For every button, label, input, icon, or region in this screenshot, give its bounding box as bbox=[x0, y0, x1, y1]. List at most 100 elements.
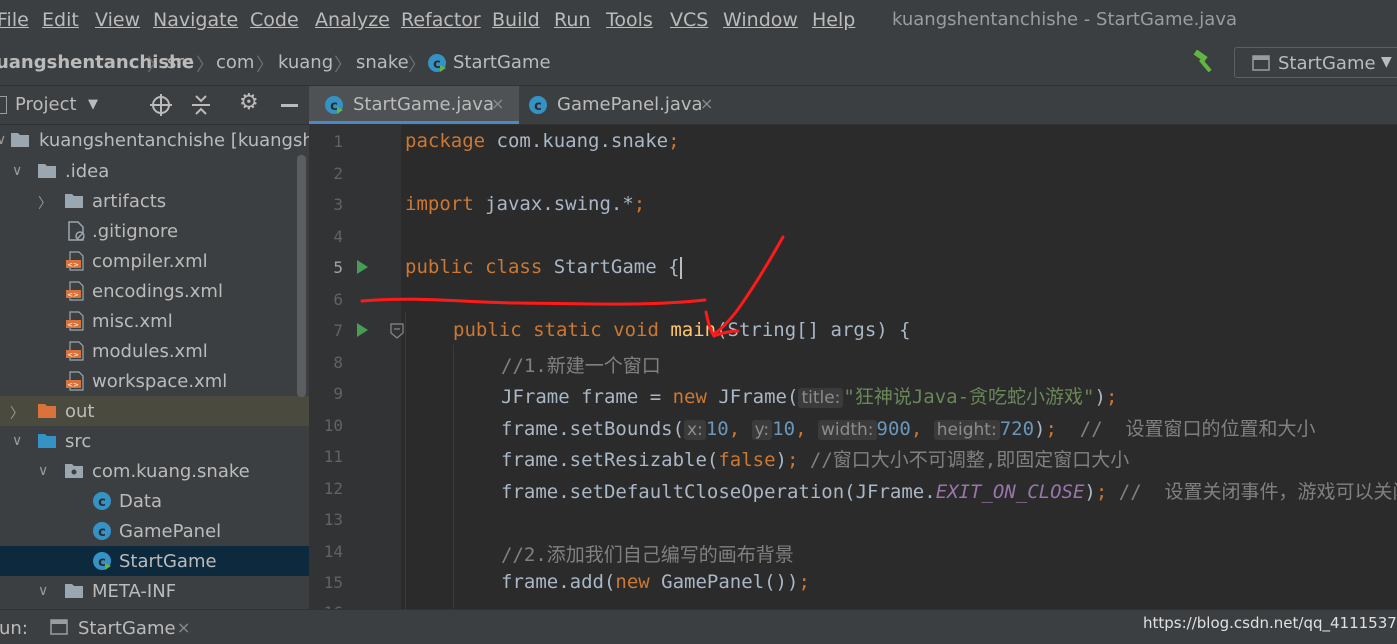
svg-text:c: c bbox=[98, 495, 106, 510]
run-tab-label[interactable]: StartGame bbox=[78, 618, 176, 639]
tab-startgame-java[interactable]: c StartGame.java × bbox=[309, 86, 519, 124]
fold-icon[interactable] bbox=[390, 323, 404, 339]
close-icon[interactable]: × bbox=[700, 94, 713, 113]
chevron-right-icon: 〉 bbox=[147, 55, 165, 76]
breadcrumb-snake[interactable]: snake bbox=[356, 52, 409, 73]
menu-tools[interactable]: Tools bbox=[606, 9, 653, 31]
tree-item-label: workspace.xml bbox=[92, 371, 228, 392]
svg-text:<>: <> bbox=[67, 381, 79, 389]
line-number: 7 bbox=[333, 321, 343, 340]
indent-guide bbox=[453, 345, 454, 609]
breadcrumb-com[interactable]: com bbox=[216, 52, 254, 73]
svg-text:<>: <> bbox=[67, 321, 79, 329]
breadcrumb-kuang[interactable]: kuang bbox=[278, 52, 333, 73]
chevron-down-icon: ∨ bbox=[38, 463, 49, 479]
ignore-file-icon bbox=[68, 221, 85, 241]
tree-item-label: Data bbox=[119, 491, 162, 512]
breadcrumb-project[interactable]: kuangshentanchishe bbox=[0, 52, 194, 73]
locate-target-icon[interactable] bbox=[150, 94, 172, 116]
tree-item-compiler-xml[interactable]: <> compiler.xml bbox=[0, 246, 309, 276]
run-label: un: bbox=[0, 618, 28, 639]
collapse-all-icon[interactable] bbox=[190, 94, 212, 116]
gear-icon[interactable]: ⚙ bbox=[239, 90, 259, 115]
chevron-down-icon[interactable]: ▼ bbox=[88, 97, 98, 112]
tree-item-data[interactable]: c Data bbox=[0, 486, 309, 516]
line-number: 8 bbox=[333, 353, 343, 372]
run-gutter-icon[interactable] bbox=[357, 260, 368, 274]
indent-guide bbox=[405, 312, 406, 609]
project-tree-scrollbar[interactable] bbox=[297, 155, 306, 397]
tree-item-startgame[interactable]: c StartGame bbox=[0, 546, 309, 576]
code-line-5: public class StartGame { bbox=[405, 256, 682, 279]
tree-item-encodings-xml[interactable]: <> encodings.xml bbox=[0, 276, 309, 306]
menu-edit[interactable]: Edit bbox=[42, 9, 79, 31]
tree-item-gamepanel[interactable]: c GamePanel bbox=[0, 516, 309, 546]
tab-gamepanel-java[interactable]: c GamePanel.java × bbox=[521, 86, 721, 124]
project-panel-title[interactable]: Project bbox=[15, 94, 77, 115]
menu-analyze[interactable]: Analyze bbox=[315, 9, 390, 31]
svg-text:c: c bbox=[98, 525, 106, 540]
chevron-right-icon: 〉 bbox=[256, 55, 274, 76]
breadcrumb-startgame[interactable]: StartGame bbox=[453, 52, 551, 73]
tree-item-misc-xml[interactable]: <> misc.xml bbox=[0, 306, 309, 336]
code-line-1: package com.kuang.snake; bbox=[405, 130, 680, 152]
tree-item-meta-inf[interactable]: ∨ META-INF bbox=[0, 576, 309, 606]
project-panel-icon bbox=[0, 96, 7, 114]
runnable-class-icon: c bbox=[428, 54, 446, 72]
line-number: 2 bbox=[333, 164, 343, 183]
breadcrumb-src[interactable]: src bbox=[167, 52, 193, 73]
menu-refactor[interactable]: Refactor bbox=[401, 9, 481, 31]
tree-item-label: encodings.xml bbox=[92, 281, 223, 302]
tree-item-src[interactable]: ∨ src bbox=[0, 426, 309, 456]
menu-build[interactable]: Build bbox=[492, 9, 540, 31]
tree-item-package[interactable]: ∨ com.kuang.snake bbox=[0, 456, 309, 486]
tree-item-gitignore[interactable]: .gitignore bbox=[0, 216, 309, 246]
svg-text:c: c bbox=[433, 57, 441, 72]
tree-item-label: GamePanel bbox=[119, 521, 222, 542]
svg-text:c: c bbox=[98, 555, 106, 570]
line-number: 1 bbox=[333, 132, 343, 151]
run-configuration-select[interactable]: StartGame ▼ bbox=[1234, 47, 1397, 78]
tree-item-label: kuangshentanchishe [kuangshe bbox=[39, 130, 309, 151]
tree-item-root[interactable]: ∨ kuangshentanchishe [kuangshe bbox=[0, 125, 309, 155]
menu-navigate[interactable]: Navigate bbox=[153, 9, 238, 31]
tree-item-workspace-xml[interactable]: <> workspace.xml bbox=[0, 366, 309, 396]
menu-view[interactable]: View bbox=[95, 9, 140, 31]
runnable-class-icon: c bbox=[93, 552, 111, 570]
tree-item-label: .idea bbox=[65, 161, 110, 182]
menu-run[interactable]: Run bbox=[554, 9, 590, 31]
menu-vcs[interactable]: VCS bbox=[670, 9, 708, 31]
tree-item-artifacts[interactable]: 〉 artifacts bbox=[0, 186, 309, 216]
tree-item-idea[interactable]: ∨ .idea bbox=[0, 156, 309, 186]
close-icon[interactable]: × bbox=[491, 94, 504, 113]
parameter-hint: y: bbox=[751, 420, 773, 440]
minimize-icon[interactable] bbox=[281, 104, 298, 107]
parameter-hint: height: bbox=[933, 420, 1000, 440]
build-hammer-icon[interactable] bbox=[1192, 50, 1218, 74]
line-number: 4 bbox=[333, 227, 343, 246]
menu-file[interactable]: File bbox=[0, 9, 29, 31]
code-line-8: //1.新建一个窗口 bbox=[501, 355, 661, 377]
chevron-right-icon: 〉 bbox=[196, 55, 214, 76]
chevron-down-icon: ∨ bbox=[12, 163, 23, 179]
menu-help[interactable]: Help bbox=[812, 9, 855, 31]
menu-code[interactable]: Code bbox=[250, 9, 299, 31]
tree-item-label: .gitignore bbox=[92, 221, 179, 242]
chevron-right-icon: 〉 bbox=[10, 406, 24, 422]
tree-item-modules-xml[interactable]: <> modules.xml bbox=[0, 336, 309, 366]
orange-folder-icon bbox=[38, 404, 56, 418]
blue-folder-icon bbox=[38, 434, 56, 448]
runnable-class-icon: c bbox=[325, 96, 343, 114]
close-icon[interactable]: × bbox=[177, 618, 190, 637]
class-icon: c bbox=[93, 522, 111, 540]
xml-file-icon: <> bbox=[66, 371, 84, 391]
line-number: 10 bbox=[323, 416, 343, 435]
tree-item-out[interactable]: 〉 out bbox=[0, 396, 309, 426]
line-number: 9 bbox=[333, 384, 343, 403]
run-gutter-icon[interactable] bbox=[357, 323, 368, 337]
xml-file-icon: <> bbox=[66, 281, 84, 301]
text-caret bbox=[679, 256, 682, 279]
line-number: 6 bbox=[333, 290, 343, 309]
line-number: 14 bbox=[323, 542, 343, 561]
menu-window[interactable]: Window bbox=[723, 9, 798, 31]
